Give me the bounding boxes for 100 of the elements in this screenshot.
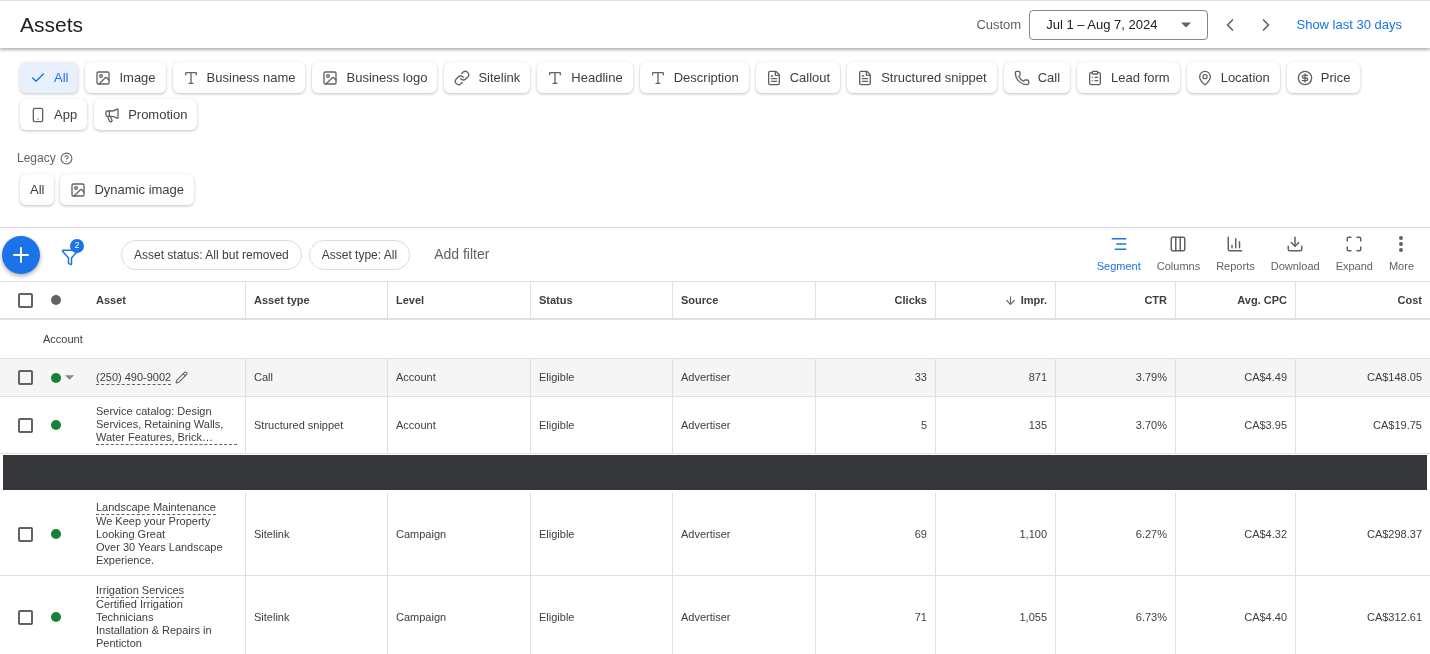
table-cell-text: 3.79% xyxy=(1135,370,1167,386)
column-header[interactable]: Clicks xyxy=(894,291,927,309)
table-cell-text: Eligible xyxy=(539,370,575,386)
table-cell-text: 1,055 xyxy=(1019,609,1047,625)
table-cell-text: CA$298.37 xyxy=(1366,526,1422,542)
asset-description: Over 30 Years Landscape Experience. xyxy=(96,541,224,567)
columns-icon xyxy=(1169,234,1188,253)
asset-title[interactable]: Landscape Maintenance xyxy=(96,501,216,515)
form-icon xyxy=(1087,69,1104,86)
row-checkbox[interactable] xyxy=(18,292,33,308)
column-header[interactable]: Source xyxy=(681,291,719,309)
table-cell-text: Advertiser xyxy=(681,526,731,542)
filter-chip[interactable]: All xyxy=(20,62,79,93)
table-cell-text: 1,100 xyxy=(1019,526,1047,542)
table-cell-text: 71 xyxy=(914,609,927,625)
filter-chip[interactable]: Image xyxy=(85,62,166,93)
table-cell-text: Account xyxy=(396,417,436,433)
filter-chip[interactable]: Sitelink xyxy=(444,62,531,93)
filter-chip[interactable]: Structured snippet xyxy=(847,62,997,93)
text-icon xyxy=(547,69,564,86)
table-cell-text: CA$312.61 xyxy=(1366,609,1422,625)
table-cell-text: 871 xyxy=(1028,370,1047,386)
filter-chip[interactable]: Callout xyxy=(755,62,841,93)
document-icon xyxy=(765,69,782,86)
filter-chip[interactable]: Promotion xyxy=(94,99,198,130)
filter-icon[interactable] xyxy=(61,247,79,266)
help-icon[interactable] xyxy=(59,151,73,165)
dollar-icon xyxy=(1296,69,1313,86)
dropdown-caret-icon xyxy=(1181,21,1192,28)
page-title: Assets xyxy=(20,11,85,38)
legacy-label: Legacy xyxy=(17,150,56,167)
download-icon xyxy=(1286,234,1305,253)
add-filter-button[interactable]: Add filter xyxy=(434,244,490,265)
add-button[interactable] xyxy=(2,235,40,274)
column-header[interactable]: Level xyxy=(396,291,425,309)
caret-icon[interactable] xyxy=(65,375,74,380)
row-checkbox[interactable] xyxy=(18,609,33,625)
table-cell-text: CA$3.95 xyxy=(1244,417,1287,433)
filter-chip[interactable]: Price xyxy=(1286,62,1361,93)
table-cell-text: Sitelink xyxy=(254,609,290,625)
filter-chip[interactable]: Description xyxy=(639,62,749,93)
date-range-dropdown[interactable]: Jul 1 – Aug 7, 2024 xyxy=(1029,9,1209,40)
text-icon xyxy=(182,69,199,86)
edit-icon[interactable] xyxy=(175,371,189,384)
row-checkbox[interactable] xyxy=(18,417,33,433)
toolbar-button[interactable]: Download xyxy=(1262,234,1328,275)
table-cell-text: 3.70% xyxy=(1135,417,1167,433)
document-icon xyxy=(857,69,874,86)
table-cell-text: Sitelink xyxy=(254,526,290,542)
row-checkbox[interactable] xyxy=(18,526,33,542)
table-cell-text: 5 xyxy=(920,417,927,433)
table-cell-text: Campaign xyxy=(396,609,447,625)
toolbar-button[interactable]: Columns xyxy=(1148,234,1209,275)
column-header[interactable]: Cost xyxy=(1397,291,1422,309)
filter-chip[interactable]: Lead form xyxy=(1077,62,1180,93)
table-cell-text: Account xyxy=(396,370,436,386)
filter-chip[interactable]: Business logo xyxy=(312,62,438,93)
filter-count-badge: 2 xyxy=(70,238,84,253)
table-cell-text: 135 xyxy=(1028,417,1047,433)
asset-title[interactable]: (250) 490-9002 xyxy=(96,370,172,385)
column-header[interactable]: Impr. xyxy=(1020,291,1047,309)
filter-chip[interactable]: App xyxy=(20,99,88,130)
table-cell-text: CA$19.75 xyxy=(1373,417,1422,433)
image-icon xyxy=(95,69,112,86)
toolbar-button[interactable]: Reports xyxy=(1208,234,1263,275)
filter-chip[interactable]: Dynamic image xyxy=(60,174,195,205)
link-icon xyxy=(454,69,471,86)
table-cell-text: Advertiser xyxy=(681,609,731,625)
table-cell-text: Eligible xyxy=(539,609,575,625)
phone-device-icon xyxy=(30,106,46,123)
column-header[interactable]: Asset xyxy=(96,291,126,309)
asset-title[interactable]: Service catalog: Design Services, Retaining Walls, Water Features, Brick… xyxy=(96,405,237,445)
toolbar-button[interactable]: More xyxy=(1380,234,1422,275)
column-header[interactable]: Asset type xyxy=(254,291,310,309)
asset-description: Installation & Repairs in Penticton xyxy=(96,624,213,650)
filter-chip[interactable]: Location xyxy=(1186,62,1280,93)
table-cell-text: Advertiser xyxy=(681,370,731,386)
filter-chip[interactable]: Call xyxy=(1003,62,1071,93)
filter-chip[interactable]: Business name xyxy=(172,62,306,93)
show-last-30-days-link[interactable]: Show last 30 days xyxy=(1296,14,1402,35)
group-label: Account xyxy=(43,331,83,347)
more-icon xyxy=(1399,235,1404,252)
table-cell-text: CA$4.40 xyxy=(1244,609,1287,625)
column-header[interactable]: Avg. CPC xyxy=(1237,291,1287,309)
megaphone-icon xyxy=(104,106,121,123)
row-checkbox[interactable] xyxy=(18,370,33,385)
filter-chip[interactable]: Headline xyxy=(537,62,633,93)
filter-chip[interactable]: All xyxy=(20,174,55,205)
toolbar-button[interactable]: Expand xyxy=(1327,234,1381,275)
expand-icon xyxy=(1345,234,1364,253)
phone-icon xyxy=(1013,69,1030,86)
toolbar-button[interactable]: Segment xyxy=(1088,234,1149,275)
column-header[interactable]: Status xyxy=(539,291,573,309)
table-cell-text: Eligible xyxy=(539,526,575,542)
asset-title[interactable]: Irrigation Services xyxy=(96,584,185,598)
table-cell-text: Eligible xyxy=(539,417,575,433)
table-cell-text: 6.73% xyxy=(1135,609,1167,625)
table-cell-text: Structured snippet xyxy=(254,417,344,433)
table-cell-text: CA$4.32 xyxy=(1244,526,1287,542)
column-header[interactable]: CTR xyxy=(1144,291,1167,309)
